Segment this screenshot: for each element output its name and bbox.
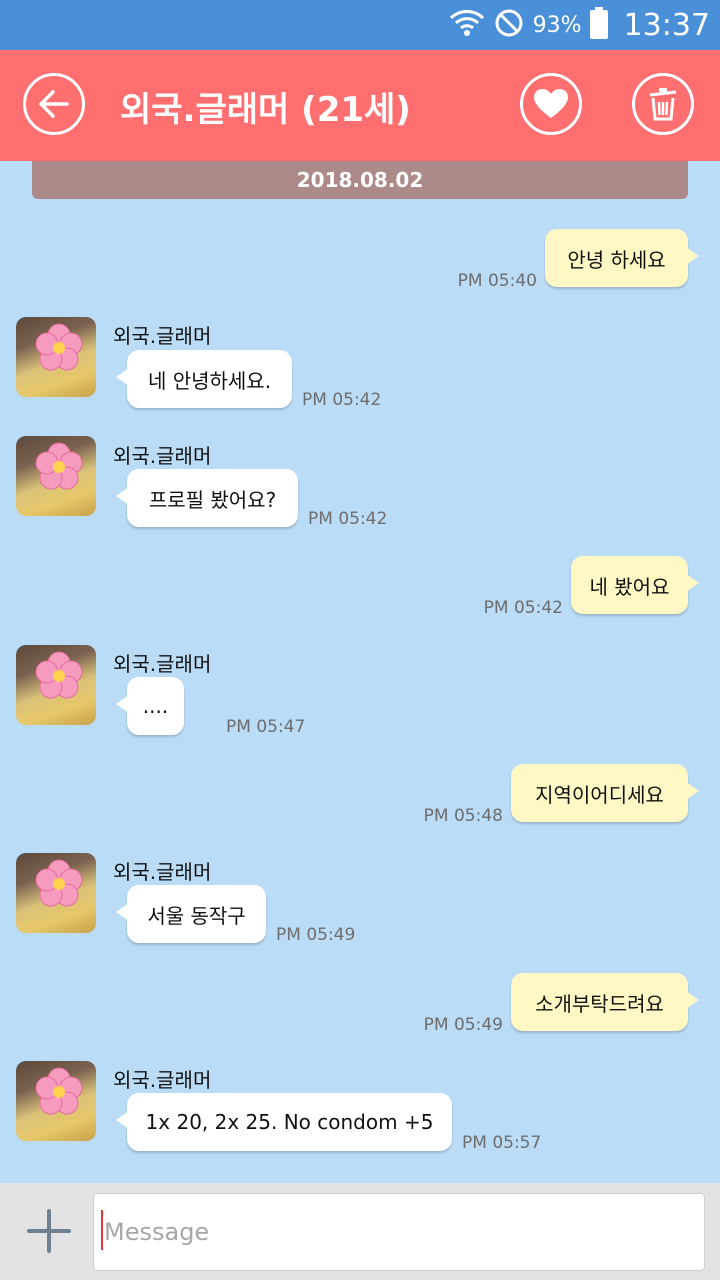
avatar[interactable] xyxy=(16,436,96,516)
avatar[interactable] xyxy=(16,1061,96,1141)
do-not-disturb-icon xyxy=(493,7,525,43)
incoming-message-bubble[interactable]: 서울 동작구 xyxy=(116,885,266,943)
sender-name: 외국.글래머 xyxy=(113,444,212,468)
cherry-blossom-icon xyxy=(34,859,84,913)
message-input[interactable] xyxy=(93,1193,705,1271)
trash-icon xyxy=(649,88,677,121)
incoming-message-bubble[interactable]: 1x 20, 2x 25. No condom +5 xyxy=(116,1093,452,1151)
incoming-message-bubble[interactable]: 프로필 봤어요? xyxy=(116,469,298,527)
cherry-blossom-icon xyxy=(34,1067,84,1121)
cherry-blossom-icon xyxy=(34,442,84,496)
plus-icon[interactable] xyxy=(26,1208,72,1254)
message-time: PM 05:47 xyxy=(226,717,306,737)
avatar[interactable] xyxy=(16,645,96,725)
message-time: PM 05:49 xyxy=(276,925,356,945)
message-composer xyxy=(0,1183,720,1280)
status-icons: 93% 13:37 xyxy=(449,0,710,50)
outgoing-message-bubble[interactable]: 네 봤어요 xyxy=(571,556,699,614)
message-time: PM 05:42 xyxy=(302,390,382,410)
wifi-icon xyxy=(449,6,485,44)
sender-name: 외국.글래머 xyxy=(113,652,212,676)
message-time: PM 05:40 xyxy=(457,271,537,291)
message-time: PM 05:42 xyxy=(308,509,388,529)
back-button[interactable] xyxy=(23,73,85,135)
message-time: PM 05:49 xyxy=(423,1015,503,1035)
heart-icon xyxy=(534,89,568,118)
back-arrow-icon xyxy=(39,90,69,118)
sender-name: 외국.글래머 xyxy=(113,324,212,348)
delete-button[interactable] xyxy=(632,73,694,135)
outgoing-message-bubble[interactable]: 소개부탁드려요 xyxy=(511,973,699,1031)
sender-name: 외국.글래머 xyxy=(113,860,212,884)
favorite-button[interactable] xyxy=(520,73,582,135)
cherry-blossom-icon xyxy=(34,651,84,705)
incoming-message-bubble[interactable]: 네 안녕하세요. xyxy=(116,350,292,408)
chat-header: 외국.글래머 (21세) xyxy=(0,50,720,161)
outgoing-message-bubble[interactable]: 안녕 하세요 xyxy=(545,229,699,287)
avatar[interactable] xyxy=(16,853,96,933)
battery-icon xyxy=(589,7,608,43)
incoming-message-bubble[interactable]: .... xyxy=(116,677,184,735)
cherry-blossom-icon xyxy=(34,323,84,377)
date-divider: 2018.08.02 xyxy=(32,161,688,199)
clock: 13:37 xyxy=(623,7,710,43)
message-time: PM 05:48 xyxy=(423,806,503,826)
sender-name: 외국.글래머 xyxy=(113,1068,212,1092)
text-cursor xyxy=(101,1210,103,1250)
message-time: PM 05:42 xyxy=(483,598,563,618)
status-bar: 93% 13:37 xyxy=(0,0,720,50)
message-time: PM 05:57 xyxy=(462,1133,542,1153)
chat-title: 외국.글래머 (21세) xyxy=(120,90,411,130)
outgoing-message-bubble[interactable]: 지역이어디세요 xyxy=(511,764,699,822)
avatar[interactable] xyxy=(16,317,96,397)
battery-percent: 93% xyxy=(532,12,582,38)
